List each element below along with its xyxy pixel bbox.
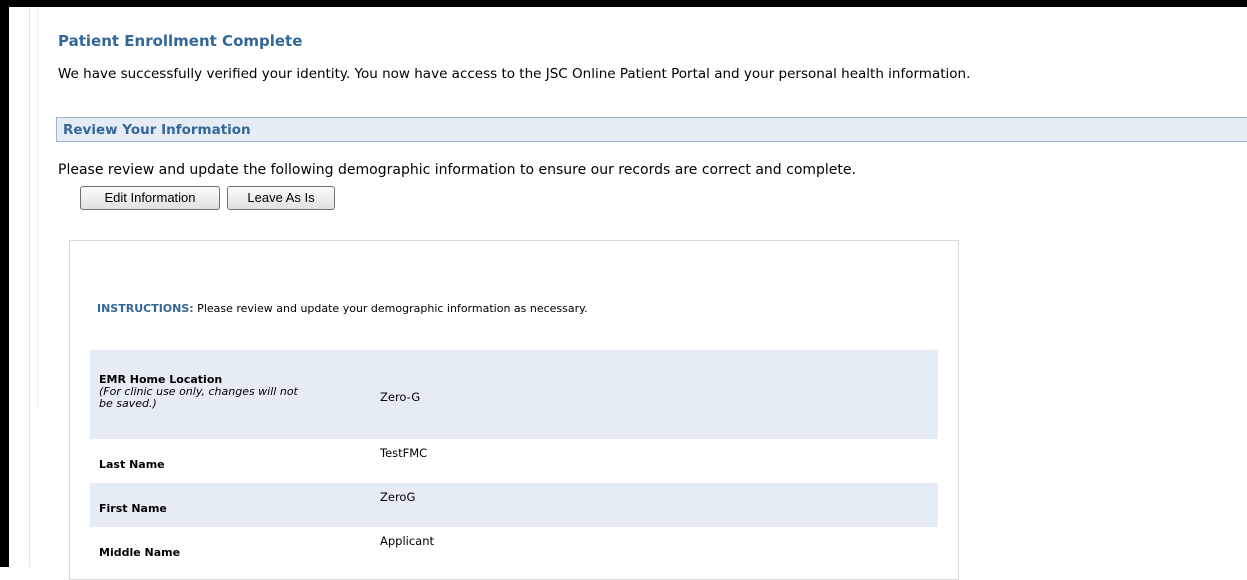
field-value-middle-name: Applicant	[380, 534, 435, 548]
field-value-first-name: ZeroG	[380, 490, 416, 504]
gutter-divider	[29, 7, 30, 567]
instructions-text: Please review and update your demographi…	[193, 302, 588, 315]
field-row-emr-home-location: EMR Home Location (For clinic use only, …	[90, 350, 938, 439]
window-frame-top	[0, 0, 1247, 7]
intro-message: We have successfully verified your ident…	[58, 66, 971, 82]
instructions-label: INSTRUCTIONS:	[97, 302, 194, 315]
review-instructions: Please review and update the following d…	[58, 162, 856, 178]
field-row-middle-name: Middle Name Applicant	[90, 527, 938, 571]
field-value-emr-home-location: Zero-G	[380, 390, 421, 404]
window-frame-left	[0, 0, 9, 567]
field-note: (For clinic use only, changes will not b…	[99, 385, 298, 410]
page-title: Patient Enrollment Complete	[58, 32, 303, 50]
edit-information-button[interactable]: Edit Information	[80, 186, 220, 210]
field-row-first-name: First Name ZeroG	[90, 483, 938, 527]
gutter-divider	[37, 7, 38, 407]
form-instructions: INSTRUCTIONS: Please review and update y…	[97, 302, 657, 315]
review-section-header: Review Your Information	[56, 117, 1247, 142]
leave-as-is-button[interactable]: Leave As Is	[227, 186, 335, 210]
field-row-last-name: Last Name TestFMC	[90, 439, 938, 483]
field-label: Last Name	[99, 458, 165, 471]
field-value-last-name: TestFMC	[380, 446, 428, 460]
field-label: Middle Name	[99, 546, 181, 559]
demographics-panel: INSTRUCTIONS: Please review and update y…	[69, 240, 959, 580]
section-title: Review Your Information	[63, 122, 251, 138]
field-label: First Name	[99, 502, 167, 515]
